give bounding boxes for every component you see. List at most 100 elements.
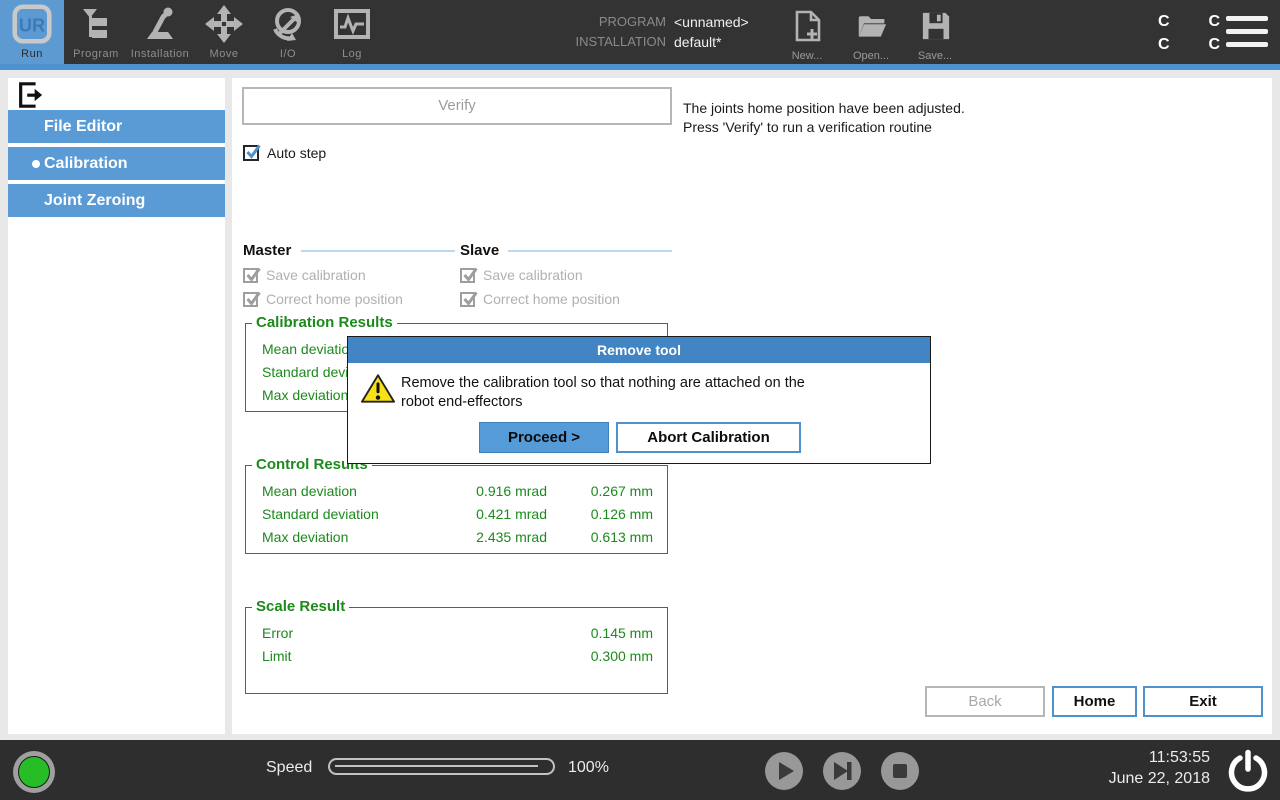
slave-save-calibration[interactable]: Save calibration bbox=[460, 267, 672, 283]
tab-run-label: Run bbox=[0, 48, 64, 60]
master-save-calibration-box[interactable] bbox=[243, 268, 258, 283]
play-icon bbox=[765, 752, 803, 790]
open-folder-icon bbox=[857, 10, 887, 42]
warning-icon bbox=[361, 373, 395, 404]
abort-calibration-button[interactable]: Abort Calibration bbox=[616, 422, 801, 453]
dialog-title: Remove tool bbox=[348, 337, 930, 363]
program-name: <unnamed> bbox=[674, 12, 749, 32]
tab-installation-label: Installation bbox=[128, 48, 192, 60]
save-button-label: Save... bbox=[903, 50, 967, 62]
speed-value: 100% bbox=[568, 759, 609, 777]
status-message: The joints home position have been adjus… bbox=[683, 99, 965, 137]
stop-icon bbox=[881, 752, 919, 790]
polyscope-app: UR Run Program Installation bbox=[0, 0, 1280, 800]
move-arrows-icon bbox=[204, 4, 244, 44]
open-button-label: Open... bbox=[839, 50, 903, 62]
save-button[interactable]: Save... bbox=[903, 6, 967, 62]
top-bar: UR Run Program Installation bbox=[0, 0, 1280, 70]
auto-step-checkbox[interactable]: Auto step bbox=[243, 145, 326, 161]
sidebar-item-joint-zeroing[interactable]: Joint Zeroing bbox=[8, 184, 225, 217]
clock-time: 11:53:55 bbox=[1000, 747, 1210, 768]
scale-result-box: Scale Result Error 0.145 mm Limit 0.300 … bbox=[245, 607, 668, 694]
tab-log[interactable]: Log bbox=[320, 0, 384, 64]
auto-step-checkbox-box[interactable] bbox=[243, 145, 259, 161]
check-icon bbox=[245, 291, 261, 307]
dialog-message-line2: robot end-effectors bbox=[401, 393, 805, 412]
scale-result-row: Limit 0.300 mm bbox=[262, 645, 653, 668]
check-icon bbox=[245, 144, 261, 160]
check-icon bbox=[462, 267, 478, 283]
new-button[interactable]: New... bbox=[775, 6, 839, 62]
exit-button[interactable]: Exit bbox=[1143, 686, 1263, 717]
master-correct-home-box[interactable] bbox=[243, 292, 258, 307]
proceed-button[interactable]: Proceed > bbox=[479, 422, 609, 453]
master-correct-home-label: Correct home position bbox=[266, 291, 403, 307]
status-c3: C bbox=[1158, 33, 1170, 56]
play-button[interactable] bbox=[765, 752, 803, 790]
power-button-icon[interactable] bbox=[1226, 749, 1270, 793]
slave-save-calibration-box[interactable] bbox=[460, 268, 475, 283]
slave-title: Slave bbox=[460, 242, 505, 259]
dialog-message-line1: Remove the calibration tool so that noth… bbox=[401, 374, 805, 393]
save-floppy-icon bbox=[921, 10, 951, 42]
sidebar-item-joint-zeroing-label: Joint Zeroing bbox=[44, 192, 145, 209]
sidebar-item-calibration[interactable]: Calibration bbox=[8, 147, 225, 180]
master-save-calibration[interactable]: Save calibration bbox=[243, 267, 455, 283]
slave-correct-home-box[interactable] bbox=[460, 292, 475, 307]
new-file-icon bbox=[793, 10, 823, 42]
control-result-row: Mean deviation 0.916 mrad 0.267 mm bbox=[262, 480, 653, 503]
status-c2: C bbox=[1208, 10, 1220, 33]
speed-slider[interactable] bbox=[328, 758, 555, 775]
tab-move-label: Move bbox=[192, 48, 256, 60]
svg-text:UR: UR bbox=[19, 15, 45, 35]
speed-slider-fill bbox=[335, 765, 538, 767]
tab-move[interactable]: Move bbox=[192, 0, 256, 64]
speed-label: Speed bbox=[266, 759, 312, 777]
master-divider bbox=[301, 250, 455, 252]
slave-section: Slave Save calibration Correct home posi… bbox=[460, 242, 672, 307]
step-button[interactable] bbox=[823, 752, 861, 790]
sidebar-item-calibration-label: Calibration bbox=[44, 155, 128, 172]
stop-button[interactable] bbox=[881, 752, 919, 790]
log-graph-icon bbox=[332, 4, 372, 44]
step-forward-icon bbox=[823, 752, 861, 790]
tab-io-label: I/O bbox=[256, 48, 320, 60]
status-message-line1: The joints home position have been adjus… bbox=[683, 99, 965, 118]
program-label: PROGRAM bbox=[500, 12, 666, 32]
home-button[interactable]: Home bbox=[1052, 686, 1137, 717]
open-button[interactable]: Open... bbox=[839, 6, 903, 62]
collapse-panel-icon[interactable] bbox=[16, 81, 44, 109]
calibration-results-title: Calibration Results bbox=[252, 314, 397, 331]
clock-date: June 22, 2018 bbox=[1000, 768, 1210, 789]
hamburger-menu-icon[interactable] bbox=[1226, 14, 1268, 50]
master-section: Master Save calibration Correct home pos… bbox=[243, 242, 455, 307]
bottom-bar: Speed 100% 11:53:55 June 22, 2018 bbox=[0, 740, 1280, 800]
ur-logo-icon: UR bbox=[12, 4, 52, 44]
sidebar-item-file-editor[interactable]: File Editor bbox=[8, 110, 225, 143]
master-save-calibration-label: Save calibration bbox=[266, 267, 366, 283]
tab-run[interactable]: UR Run bbox=[0, 0, 64, 64]
slave-save-calibration-label: Save calibration bbox=[483, 267, 583, 283]
master-title: Master bbox=[243, 242, 297, 259]
tab-installation[interactable]: Installation bbox=[128, 0, 192, 64]
tab-log-label: Log bbox=[320, 48, 384, 60]
dialog-message: Remove the calibration tool so that noth… bbox=[401, 374, 805, 412]
tab-io[interactable]: I/O bbox=[256, 0, 320, 64]
verify-button[interactable]: Verify bbox=[242, 87, 672, 125]
check-icon bbox=[462, 291, 478, 307]
slave-correct-home-label: Correct home position bbox=[483, 291, 620, 307]
tab-program[interactable]: Program bbox=[64, 0, 128, 64]
status-message-line2: Press 'Verify' to run a verification rou… bbox=[683, 118, 965, 137]
slave-correct-home[interactable]: Correct home position bbox=[460, 291, 672, 307]
scale-result-title: Scale Result bbox=[252, 598, 349, 615]
new-button-label: New... bbox=[775, 50, 839, 62]
header-accent-strip bbox=[0, 64, 1280, 70]
robot-status-light bbox=[13, 751, 55, 793]
master-correct-home[interactable]: Correct home position bbox=[243, 291, 455, 307]
control-result-row: Max deviation 2.435 mrad 0.613 mm bbox=[262, 526, 653, 549]
program-tree-icon bbox=[76, 4, 116, 44]
io-icon bbox=[268, 4, 308, 44]
check-icon bbox=[245, 267, 261, 283]
status-c1: C bbox=[1158, 10, 1170, 33]
back-button[interactable]: Back bbox=[925, 686, 1045, 717]
